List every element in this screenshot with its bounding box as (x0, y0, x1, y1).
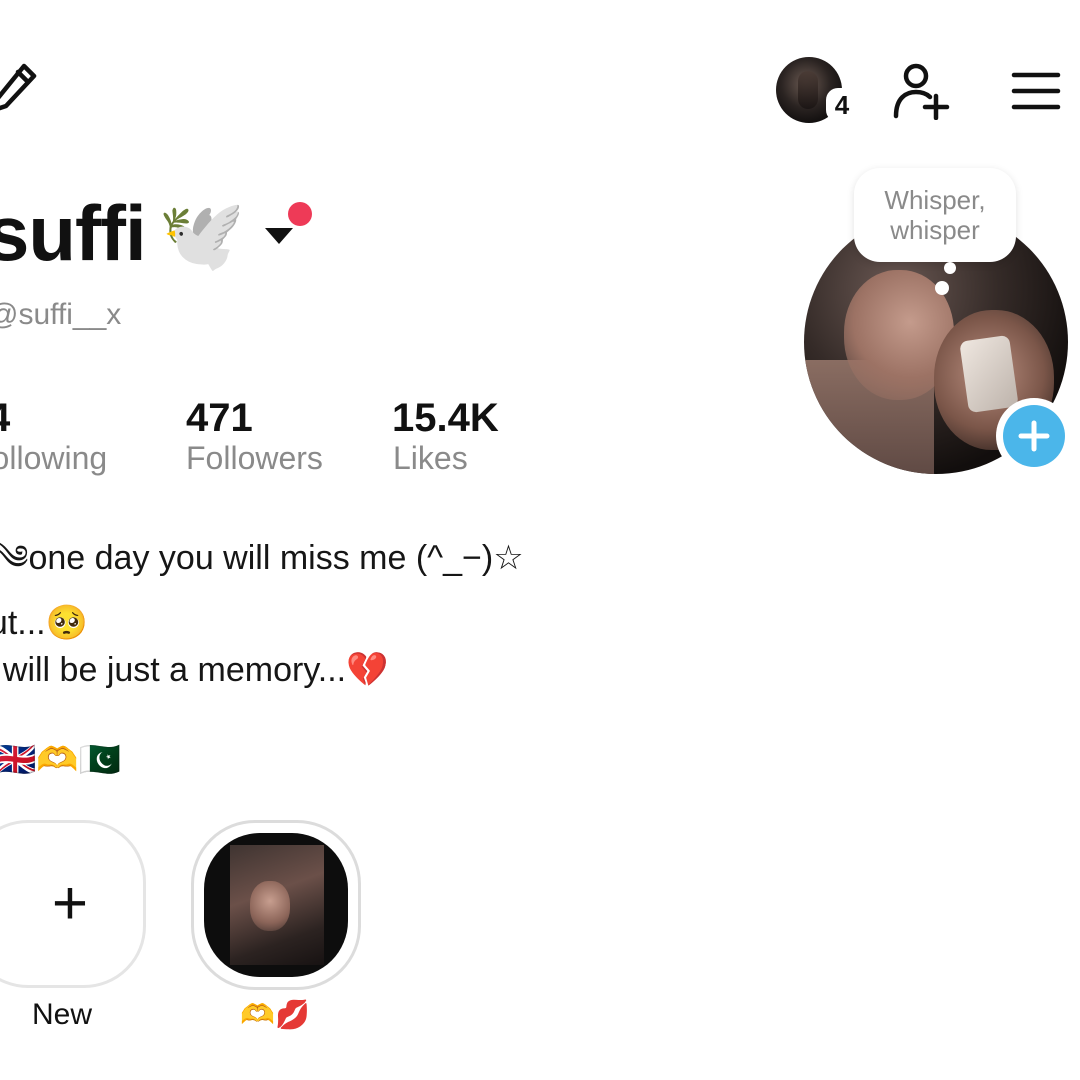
add-friend-icon[interactable] (892, 62, 952, 120)
note-bubble-tail (944, 262, 956, 274)
story-highlight[interactable] (191, 820, 361, 990)
bio-line: I will be just a memory...💔 (0, 651, 389, 689)
note-bubble[interactable]: Whisper, whisper (854, 168, 1016, 262)
notification-count-badge: 4 (826, 88, 858, 122)
story-highlight-photo (230, 845, 324, 965)
add-story-button[interactable] (996, 398, 1072, 474)
chevron-down-icon[interactable] (263, 224, 295, 248)
likes-label[interactable]: Likes (393, 440, 468, 477)
avatar-photo-detail (959, 334, 1019, 414)
username[interactable]: @suffi__x (0, 298, 121, 332)
plus-icon (1018, 420, 1050, 452)
following-count[interactable]: 4 (0, 396, 10, 441)
story-highlight-cover (204, 833, 348, 977)
edit-pencil-icon[interactable] (0, 60, 38, 114)
likes-count[interactable]: 15.4K (392, 396, 499, 441)
dove-emoji: 🕊️ (158, 196, 246, 274)
following-label[interactable]: Following (0, 440, 107, 477)
plus-icon: + (51, 869, 89, 938)
new-highlight-button[interactable]: + (0, 820, 146, 988)
bio-flags: 🇬🇧🫶🇵🇰 (0, 741, 122, 779)
add-story-circle (1003, 405, 1065, 467)
bio-line: but...🥺 (0, 604, 88, 642)
note-bubble-tail (935, 281, 949, 295)
new-highlight-label: New (31, 998, 92, 1031)
menu-icon[interactable] (1010, 70, 1062, 112)
display-name: suffi (0, 189, 147, 277)
story-highlight-label: 🫶💋 (240, 999, 310, 1030)
bio-line: ༄one day you will miss me (^_−)☆ (0, 539, 524, 577)
notification-dot (288, 202, 312, 226)
followers-label[interactable]: Followers (186, 440, 323, 477)
followers-count[interactable]: 471 (186, 396, 253, 441)
